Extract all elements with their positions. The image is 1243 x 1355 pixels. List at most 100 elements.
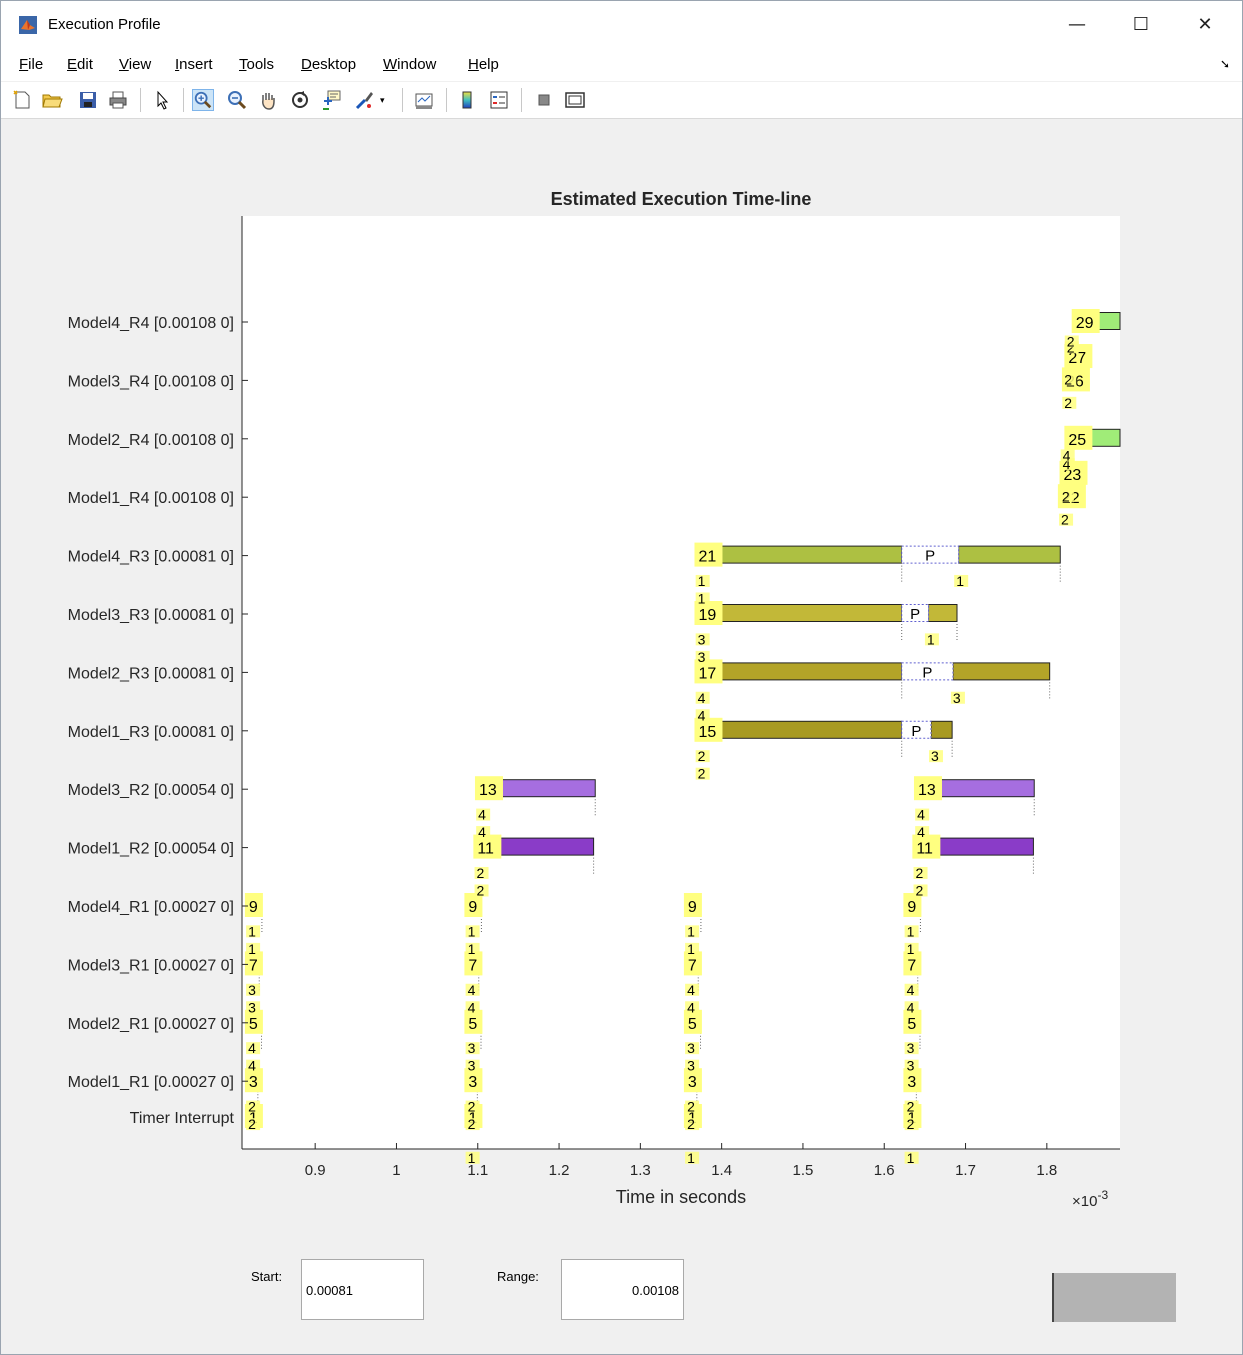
range-label: Range: bbox=[497, 1269, 539, 1284]
y-tick-label: Model1_R3 [0.00081 0] bbox=[68, 724, 234, 741]
task-label: 29 bbox=[1076, 315, 1094, 332]
y-tick-label: Model3_R4 [0.00108 0] bbox=[68, 373, 234, 390]
sub-label: 2 bbox=[1064, 395, 1072, 411]
y-tick-label: Model1_R2 [0.00054 0] bbox=[68, 841, 234, 858]
task-label: 7 bbox=[249, 957, 258, 974]
sub-label: 2 bbox=[248, 1116, 256, 1132]
y-tick-label: Model3_R3 [0.00081 0] bbox=[68, 607, 234, 624]
task-bar bbox=[702, 662, 903, 681]
start-input[interactable]: 0.00081 bbox=[301, 1259, 424, 1320]
task-bar bbox=[702, 720, 903, 739]
sub-label: 3 bbox=[468, 1040, 476, 1056]
sub-label: 4 bbox=[687, 999, 695, 1015]
preemption-label: P bbox=[925, 548, 935, 565]
sub-label: 4 bbox=[248, 1058, 256, 1074]
sub-label: 1 bbox=[687, 941, 695, 957]
preemption-label: P bbox=[910, 606, 920, 623]
sub-label: 1 bbox=[687, 1150, 695, 1166]
sub-label: 2 bbox=[1061, 512, 1069, 528]
preemption-label: P bbox=[911, 723, 921, 740]
y-tick-label: Model3_R1 [0.00027 0] bbox=[68, 957, 234, 974]
sub-label: 4 bbox=[478, 824, 486, 840]
task-label: 11 bbox=[916, 841, 933, 858]
task-label: 7 bbox=[468, 957, 477, 974]
task-label: 5 bbox=[688, 1016, 697, 1033]
task-bar bbox=[702, 545, 903, 564]
sub-label: 4 bbox=[917, 824, 925, 840]
x-tick-label: 1.6 bbox=[874, 1162, 895, 1179]
task-label: 7 bbox=[688, 957, 697, 974]
sub-label: 3 bbox=[248, 999, 256, 1015]
sub-label: 2 bbox=[477, 865, 485, 881]
timeline-chart[interactable]: Estimated Execution Time-line PPPP975319… bbox=[1, 1, 1242, 1354]
sub-label: 3 bbox=[687, 1058, 695, 1074]
sub-label: 1 bbox=[907, 923, 915, 939]
sub-label: 1 bbox=[907, 1150, 915, 1166]
sub-label: 1 bbox=[468, 941, 476, 957]
task-label: 3 bbox=[468, 1074, 477, 1091]
task-label: 25 bbox=[1068, 432, 1086, 449]
sub-label: 4 bbox=[917, 807, 925, 823]
sub-label: 1 bbox=[248, 941, 256, 957]
sub-label: 4 bbox=[698, 707, 706, 723]
x-tick-label: 1.7 bbox=[955, 1162, 976, 1179]
sub-label: 3 bbox=[687, 1040, 695, 1056]
x-axis-label: Time in seconds bbox=[616, 1187, 746, 1207]
axes-background bbox=[242, 216, 1120, 1149]
task-label: 3 bbox=[907, 1074, 916, 1091]
sub-label: 3 bbox=[698, 649, 706, 665]
sub-label: 2 bbox=[907, 1116, 915, 1132]
y-tick-label: Timer Interrupt bbox=[130, 1110, 235, 1127]
task-label: 13 bbox=[918, 782, 936, 799]
sub-label: 3 bbox=[468, 1058, 476, 1074]
sub-label: 3 bbox=[953, 690, 961, 706]
sub-label: 3 bbox=[698, 631, 706, 647]
sub-label: 3 bbox=[907, 1040, 915, 1056]
sub-label: 2 bbox=[916, 882, 924, 898]
figure-window: Execution Profile — ☐ ✕ File Edit View I… bbox=[0, 0, 1243, 1355]
sub-label: 2 bbox=[687, 1116, 695, 1132]
sub-label: 1 bbox=[687, 923, 695, 939]
sub-label: 4 bbox=[248, 1040, 256, 1056]
sub-label: 1 bbox=[956, 573, 964, 589]
sub-label: 4 bbox=[698, 690, 706, 706]
sub-label: 2 bbox=[1064, 371, 1072, 387]
apply-button[interactable] bbox=[1052, 1273, 1176, 1322]
sub-label: 2 bbox=[477, 882, 485, 898]
task-label: 9 bbox=[688, 899, 697, 916]
task-label: 7 bbox=[907, 957, 916, 974]
sub-label: 2 bbox=[1062, 488, 1070, 504]
task-bar bbox=[930, 720, 953, 739]
x-tick-label: 1.4 bbox=[711, 1162, 732, 1179]
y-tick-label: Model2_R1 [0.00027 0] bbox=[68, 1016, 234, 1033]
chart-title: Estimated Execution Time-line bbox=[551, 189, 812, 209]
sub-label: 2 bbox=[916, 865, 924, 881]
y-tick-label: Model2_R3 [0.00081 0] bbox=[68, 665, 234, 682]
sub-label: 4 bbox=[1063, 447, 1071, 463]
task-bar bbox=[928, 604, 958, 622]
sub-label: 2 bbox=[907, 1099, 915, 1115]
sub-label: 3 bbox=[248, 982, 256, 998]
sub-label: 1 bbox=[907, 941, 915, 957]
start-label: Start: bbox=[251, 1269, 283, 1284]
x-tick-label: 1.8 bbox=[1036, 1162, 1057, 1179]
task-label: 9 bbox=[907, 899, 916, 916]
sub-label: 3 bbox=[931, 748, 939, 764]
sub-label: 1 bbox=[248, 923, 256, 939]
sub-label: 2 bbox=[687, 1099, 695, 1115]
x-tick-label: 0.9 bbox=[305, 1162, 326, 1179]
task-label: 19 bbox=[698, 607, 716, 624]
sub-label: 2 bbox=[248, 1099, 256, 1115]
range-input[interactable]: 0.00108 bbox=[561, 1259, 684, 1320]
x-tick-label: 1 bbox=[392, 1162, 400, 1179]
task-label: 13 bbox=[479, 782, 497, 799]
task-bar bbox=[952, 662, 1051, 681]
x-tick-label: 1.2 bbox=[549, 1162, 570, 1179]
sub-label: 1 bbox=[468, 923, 476, 939]
sub-label: 1 bbox=[698, 590, 706, 606]
preemption-label: P bbox=[922, 664, 932, 681]
y-tick-label: Model4_R1 [0.00027 0] bbox=[68, 899, 234, 916]
y-tick-label: Model1_R1 [0.00027 0] bbox=[68, 1074, 234, 1091]
sub-label: 2 bbox=[698, 766, 706, 782]
x-tick-label: 1.1 bbox=[467, 1162, 488, 1179]
